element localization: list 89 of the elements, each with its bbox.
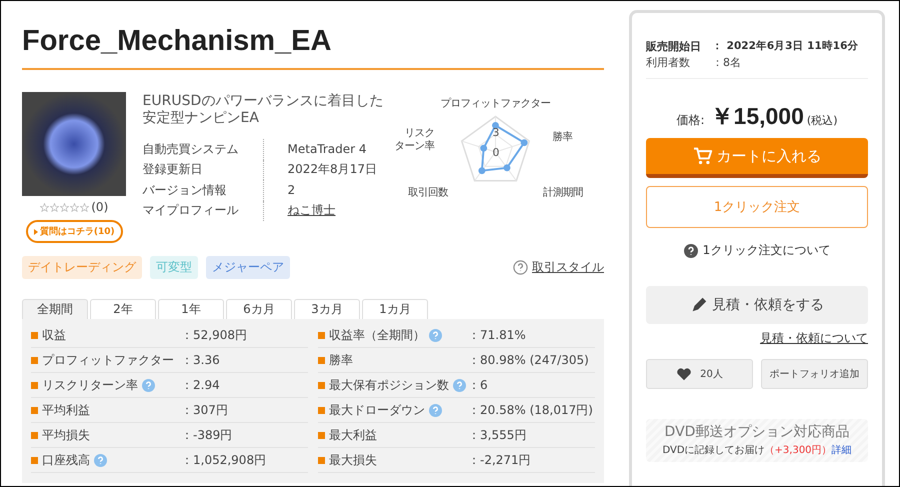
add-portfolio-button[interactable]: ポートフォリオ追加 [761, 359, 868, 389]
meta-value: ： 2022年6月3日 11時16分 [712, 39, 858, 53]
axis-label: リスク ターン率 [394, 127, 434, 152]
axis-label: プロフィットファクター [440, 98, 551, 110]
stat-label: プロフィットファクター [42, 352, 174, 368]
period-tab[interactable]: 2年 [90, 299, 156, 319]
stat-value: ：-389円 [181, 426, 232, 444]
help-icon [429, 404, 442, 416]
dvd-text: DVDに記録してお届け [662, 445, 765, 456]
axis-label: 計測期間 [542, 186, 583, 198]
dvd-details-link[interactable]: 詳細 [832, 445, 852, 456]
info-label: マイプロフィール [142, 200, 264, 221]
period-tab[interactable]: 6カ月 [226, 299, 292, 319]
stat-label: 最大利益 [329, 426, 377, 444]
help-icon [684, 244, 698, 258]
bullet-icon [318, 356, 325, 364]
period-tab[interactable]: 1カ月 [362, 299, 428, 319]
dvd-title: DVD郵送オプション対応商品 [664, 423, 850, 441]
stat-value: ：80.98% (247/305) [468, 352, 589, 368]
stat-label: 口座残高 [42, 452, 90, 468]
axis-label: 勝率 [552, 131, 573, 144]
meta-label: 販売開始日 [646, 38, 702, 54]
info-label: 自動売買システム [142, 139, 264, 160]
help-icon [142, 378, 155, 392]
bullet-icon [318, 406, 325, 414]
bullet-icon [31, 456, 38, 464]
info-value: MetaTrader 4 [288, 142, 367, 156]
bullet-icon [318, 332, 325, 338]
quote-request-button[interactable]: 見積・依頼をする [646, 286, 868, 324]
bullet-icon [318, 456, 325, 464]
stat-label: 収益率（全期間） [329, 326, 425, 344]
triangle-icon [34, 228, 38, 234]
stat-label: 平均利益 [42, 402, 90, 418]
stat-value: ：52,908円 [181, 326, 247, 344]
help-icon [94, 454, 107, 466]
product-description: EURUSDのパワーバランスに着目した安定型ナンピンEA [142, 93, 384, 127]
info-value: 2 [288, 183, 296, 198]
info-value: 2022年8月17日 [288, 161, 377, 178]
stat-label: リスクリターン率 [42, 376, 138, 394]
rating-count: (0) [91, 200, 108, 214]
stat-value: ：-2,271円 [468, 452, 531, 468]
meta-value: ：8名 [712, 54, 741, 70]
period-tab[interactable]: 全期間 [22, 299, 88, 319]
stat-label: 勝率 [329, 352, 353, 368]
stat-value: ：20.58% (18,017円) [468, 402, 593, 418]
info-label: バージョン情報 [142, 180, 264, 200]
help-icon [429, 328, 442, 342]
bullet-icon [318, 382, 325, 388]
help-icon [453, 378, 466, 392]
dvd-price: （+3,300円） [764, 445, 832, 456]
stat-value: ：3,555円 [468, 426, 526, 444]
pen-icon [690, 296, 708, 314]
heart-icon [676, 367, 692, 381]
bullet-icon [31, 432, 38, 438]
bullet-icon [318, 432, 325, 438]
stat-label: 最大保有ポジション数 [329, 376, 449, 394]
radar-chart-drawing [460, 116, 530, 182]
profile-link[interactable]: ねこ博士 [288, 202, 336, 220]
period-tab[interactable]: 1年 [158, 299, 224, 319]
bullet-icon [31, 406, 38, 414]
stat-value: ：6 [468, 376, 488, 394]
stat-value: ：3.36 [181, 352, 220, 368]
bullet-icon [31, 382, 38, 388]
favorite-button[interactable]: 20人 [646, 359, 753, 389]
stat-value: ：2.94 [181, 376, 220, 394]
bullet-icon [31, 332, 38, 338]
scale-label: 0 [492, 146, 500, 159]
meta-label: 利用者数 [646, 54, 691, 70]
axis-label: 取引回数 [408, 186, 448, 198]
price-label: 価格: [676, 112, 705, 129]
price-value: ￥15,000 [710, 102, 804, 131]
stat-label: 収益 [42, 326, 66, 344]
stat-value: ：71.81% [468, 326, 526, 344]
bullet-icon [31, 356, 38, 364]
product-title: Force_Mechanism_EA [22, 25, 604, 70]
help-icon [513, 260, 528, 275]
one-click-help-link[interactable]: 1クリック注文について [702, 242, 830, 259]
tax-note: (税込) [806, 113, 838, 128]
trade-style-link[interactable]: 取引スタイル [532, 259, 604, 276]
stat-label: 最大ドローダウン [329, 402, 425, 418]
quote-info-link[interactable]: 見積・依頼について [760, 330, 868, 347]
cart-icon [692, 147, 712, 165]
scale-label: 3 [492, 126, 500, 140]
stat-label: 最大損失 [329, 452, 377, 468]
stat-value: ：1,052,908円 [181, 452, 266, 468]
info-label: 登録更新日 [142, 160, 264, 180]
stat-value: ：307円 [181, 402, 228, 418]
period-tab[interactable]: 3カ月 [294, 299, 360, 319]
stat-label: 平均損失 [42, 426, 90, 444]
